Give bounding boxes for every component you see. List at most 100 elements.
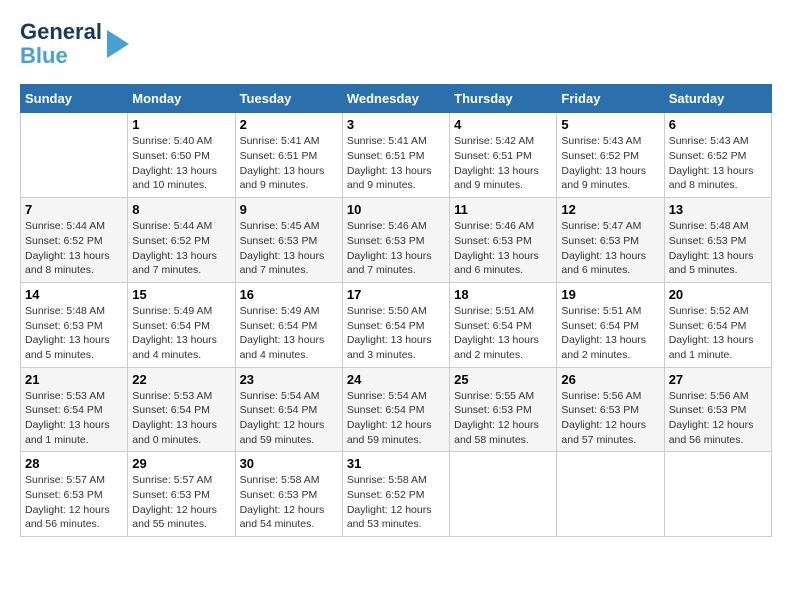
day-info: Sunrise: 5:41 AM Sunset: 6:51 PM Dayligh… — [240, 134, 338, 193]
calendar-cell: 17 Sunrise: 5:50 AM Sunset: 6:54 PM Dayli… — [342, 282, 449, 367]
calendar-cell: 28Sunrise: 5:57 AM Sunset: 6:53 PM Dayli… — [21, 452, 128, 537]
day-info: Sunrise: 5:46 AM Sunset: 6:53 PM Dayligh… — [347, 219, 445, 278]
day-number: 1 — [132, 117, 230, 132]
day-number: 17 — [347, 287, 445, 302]
calendar-cell: 9 Sunrise: 5:45 AM Sunset: 6:53 PM Daylig… — [235, 198, 342, 283]
calendar-body: 1Sunrise: 5:40 AM Sunset: 6:50 PM Daylig… — [21, 113, 772, 537]
day-info: Sunrise: 5:45 AM Sunset: 6:53 PM Dayligh… — [240, 219, 338, 278]
day-number: 4 — [454, 117, 552, 132]
day-info: Sunrise: 5:56 AM Sunset: 6:53 PM Dayligh… — [561, 389, 659, 448]
column-header-sunday: Sunday — [21, 85, 128, 113]
day-info: Sunrise: 5:55 AM Sunset: 6:53 PM Dayligh… — [454, 389, 552, 448]
day-number: 14 — [25, 287, 123, 302]
calendar-cell: 23 Sunrise: 5:54 AM Sunset: 6:54 PM Dayli… — [235, 367, 342, 452]
calendar-cell: 5 Sunrise: 5:43 AM Sunset: 6:52 PM Daylig… — [557, 113, 664, 198]
day-info: Sunrise: 5:46 AM Sunset: 6:53 PM Dayligh… — [454, 219, 552, 278]
day-info: Sunrise: 5:54 AM Sunset: 6:54 PM Dayligh… — [240, 389, 338, 448]
day-info: Sunrise: 5:58 AM Sunset: 6:52 PM Dayligh… — [347, 473, 445, 532]
day-info: Sunrise: 5:47 AM Sunset: 6:53 PM Dayligh… — [561, 219, 659, 278]
day-info: Sunrise: 5:51 AM Sunset: 6:54 PM Dayligh… — [561, 304, 659, 363]
calendar-cell: 2 Sunrise: 5:41 AM Sunset: 6:51 PM Daylig… — [235, 113, 342, 198]
day-number: 6 — [669, 117, 767, 132]
day-number: 27 — [669, 372, 767, 387]
calendar-cell: 31 Sunrise: 5:58 AM Sunset: 6:52 PM Dayli… — [342, 452, 449, 537]
calendar-cell: 7 Sunrise: 5:44 AM Sunset: 6:52 PM Daylig… — [21, 198, 128, 283]
day-number: 11 — [454, 202, 552, 217]
calendar-cell: 6 Sunrise: 5:43 AM Sunset: 6:52 PM Daylig… — [664, 113, 771, 198]
calendar-cell: 15 Sunrise: 5:49 AM Sunset: 6:54 PM Dayli… — [128, 282, 235, 367]
day-info: Sunrise: 5:57 AM Sunset: 6:53 PM Dayligh… — [25, 473, 123, 532]
day-number: 16 — [240, 287, 338, 302]
column-header-tuesday: Tuesday — [235, 85, 342, 113]
week-row-2: 7 Sunrise: 5:44 AM Sunset: 6:52 PM Daylig… — [21, 198, 772, 283]
calendar-cell: 30 Sunrise: 5:58 AM Sunset: 6:53 PM Dayli… — [235, 452, 342, 537]
day-number: 9 — [240, 202, 338, 217]
calendar-cell: 18 Sunrise: 5:51 AM Sunset: 6:54 PM Dayli… — [450, 282, 557, 367]
day-info: Sunrise: 5:43 AM Sunset: 6:52 PM Dayligh… — [669, 134, 767, 193]
day-number: 31 — [347, 456, 445, 471]
calendar-cell: 14 Sunrise: 5:48 AM Sunset: 6:53 PM Dayli… — [21, 282, 128, 367]
calendar-table: SundayMondayTuesdayWednesdayThursdayFrid… — [20, 84, 772, 537]
column-header-wednesday: Wednesday — [342, 85, 449, 113]
day-number: 20 — [669, 287, 767, 302]
day-info: Sunrise: 5:53 AM Sunset: 6:54 PM Dayligh… — [25, 389, 123, 448]
day-info: Sunrise: 5:42 AM Sunset: 6:51 PM Dayligh… — [454, 134, 552, 193]
day-number: 24 — [347, 372, 445, 387]
day-number: 23 — [240, 372, 338, 387]
day-info: Sunrise: 5:44 AM Sunset: 6:52 PM Dayligh… — [25, 219, 123, 278]
day-info: Sunrise: 5:49 AM Sunset: 6:54 PM Dayligh… — [240, 304, 338, 363]
day-number: 2 — [240, 117, 338, 132]
day-number: 10 — [347, 202, 445, 217]
calendar-cell: 24 Sunrise: 5:54 AM Sunset: 6:54 PM Dayli… — [342, 367, 449, 452]
day-number: 21 — [25, 372, 123, 387]
day-number: 13 — [669, 202, 767, 217]
logo-arrow-icon — [107, 30, 129, 58]
day-number: 8 — [132, 202, 230, 217]
day-info: Sunrise: 5:58 AM Sunset: 6:53 PM Dayligh… — [240, 473, 338, 532]
day-info: Sunrise: 5:49 AM Sunset: 6:54 PM Dayligh… — [132, 304, 230, 363]
day-number: 7 — [25, 202, 123, 217]
calendar-cell: 11 Sunrise: 5:46 AM Sunset: 6:53 PM Dayli… — [450, 198, 557, 283]
day-info: Sunrise: 5:56 AM Sunset: 6:53 PM Dayligh… — [669, 389, 767, 448]
calendar-cell: 4 Sunrise: 5:42 AM Sunset: 6:51 PM Daylig… — [450, 113, 557, 198]
calendar-cell: 21 Sunrise: 5:53 AM Sunset: 6:54 PM Dayli… — [21, 367, 128, 452]
calendar-cell: 20 Sunrise: 5:52 AM Sunset: 6:54 PM Dayli… — [664, 282, 771, 367]
day-number: 22 — [132, 372, 230, 387]
day-number: 12 — [561, 202, 659, 217]
calendar-cell: 1Sunrise: 5:40 AM Sunset: 6:50 PM Daylig… — [128, 113, 235, 198]
calendar-cell — [450, 452, 557, 537]
calendar-cell: 13 Sunrise: 5:48 AM Sunset: 6:53 PM Dayli… — [664, 198, 771, 283]
page-header: General Blue — [20, 20, 772, 68]
day-info: Sunrise: 5:43 AM Sunset: 6:52 PM Dayligh… — [561, 134, 659, 193]
week-row-5: 28Sunrise: 5:57 AM Sunset: 6:53 PM Dayli… — [21, 452, 772, 537]
day-number: 3 — [347, 117, 445, 132]
day-info: Sunrise: 5:57 AM Sunset: 6:53 PM Dayligh… — [132, 473, 230, 532]
week-row-4: 21 Sunrise: 5:53 AM Sunset: 6:54 PM Dayli… — [21, 367, 772, 452]
calendar-cell — [664, 452, 771, 537]
day-info: Sunrise: 5:50 AM Sunset: 6:54 PM Dayligh… — [347, 304, 445, 363]
calendar-cell: 19Sunrise: 5:51 AM Sunset: 6:54 PM Dayli… — [557, 282, 664, 367]
day-info: Sunrise: 5:51 AM Sunset: 6:54 PM Dayligh… — [454, 304, 552, 363]
calendar-cell: 8Sunrise: 5:44 AM Sunset: 6:52 PM Daylig… — [128, 198, 235, 283]
column-header-friday: Friday — [557, 85, 664, 113]
calendar-cell: 16 Sunrise: 5:49 AM Sunset: 6:54 PM Dayli… — [235, 282, 342, 367]
logo: General Blue — [20, 20, 129, 68]
calendar-cell — [21, 113, 128, 198]
day-info: Sunrise: 5:41 AM Sunset: 6:51 PM Dayligh… — [347, 134, 445, 193]
calendar-cell: 3 Sunrise: 5:41 AM Sunset: 6:51 PM Daylig… — [342, 113, 449, 198]
column-header-saturday: Saturday — [664, 85, 771, 113]
calendar-cell: 26Sunrise: 5:56 AM Sunset: 6:53 PM Dayli… — [557, 367, 664, 452]
day-number: 18 — [454, 287, 552, 302]
day-number: 25 — [454, 372, 552, 387]
day-info: Sunrise: 5:48 AM Sunset: 6:53 PM Dayligh… — [669, 219, 767, 278]
day-info: Sunrise: 5:48 AM Sunset: 6:53 PM Dayligh… — [25, 304, 123, 363]
day-number: 30 — [240, 456, 338, 471]
day-info: Sunrise: 5:54 AM Sunset: 6:54 PM Dayligh… — [347, 389, 445, 448]
calendar-cell: 27 Sunrise: 5:56 AM Sunset: 6:53 PM Dayli… — [664, 367, 771, 452]
day-info: Sunrise: 5:52 AM Sunset: 6:54 PM Dayligh… — [669, 304, 767, 363]
day-number: 5 — [561, 117, 659, 132]
day-number: 29 — [132, 456, 230, 471]
day-number: 15 — [132, 287, 230, 302]
calendar-cell: 12 Sunrise: 5:47 AM Sunset: 6:53 PM Dayli… — [557, 198, 664, 283]
calendar-cell: 22Sunrise: 5:53 AM Sunset: 6:54 PM Dayli… — [128, 367, 235, 452]
